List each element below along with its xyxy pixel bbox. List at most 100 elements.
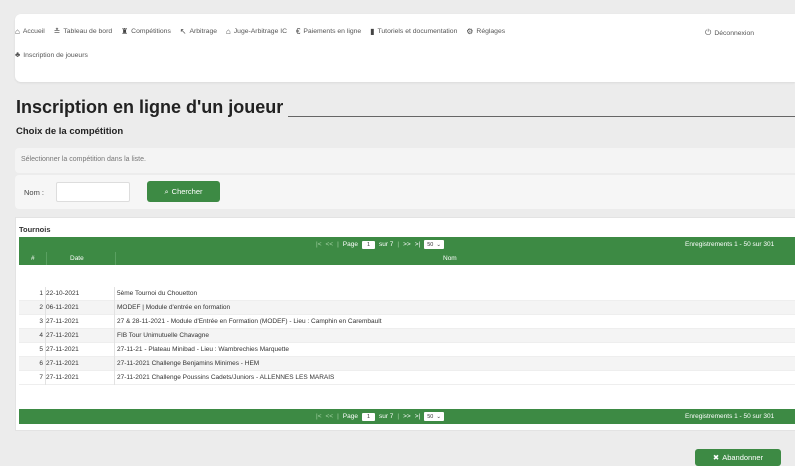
- pager-controls: |< << | Page 1 sur 7 | >> >| 50 ⌄: [316, 409, 444, 424]
- pager-separator: |: [337, 241, 339, 248]
- section-title: Choix de la compétition: [16, 126, 124, 137]
- table-row[interactable]: 3 27-11-2021 27 & 28-11-2021 - Module d'…: [19, 315, 795, 329]
- menu-item-label: Arbitrage: [189, 28, 218, 35]
- first-page-icon[interactable]: |<: [316, 241, 321, 248]
- table-header: # Date Nom: [19, 252, 795, 265]
- table-row[interactable]: 6 27-11-2021 27-11-2021 Challenge Benjam…: [19, 357, 795, 371]
- menu-item-competitions[interactable]: ♜ Compétitions: [121, 27, 171, 36]
- hint-text: Sélectionner la compétition dans la list…: [21, 156, 146, 163]
- row-name: 5ème Tournoi du Chouetton: [117, 290, 198, 297]
- row-name: FIB Tour Unimutuelle Chavagne: [117, 332, 210, 339]
- next-page-icon[interactable]: >>: [403, 241, 411, 248]
- column-divider: [46, 252, 47, 265]
- page-number-input[interactable]: 1: [361, 412, 375, 421]
- pager-bottom: |< << | Page 1 sur 7 | >> >| 50 ⌄ Enregis…: [19, 409, 795, 424]
- trophy-icon: ♜: [121, 27, 129, 36]
- tournaments-title: Tournois: [19, 225, 51, 234]
- search-icon: ⌕: [164, 186, 169, 196]
- row-number: 1: [39, 290, 43, 297]
- pager-separator: |: [337, 413, 339, 420]
- abandon-button[interactable]: ✖ Abandonner: [695, 449, 781, 466]
- first-page-icon[interactable]: |<: [316, 413, 321, 420]
- row-name: MODEF | Module d'entrée en formation: [117, 304, 231, 311]
- book-icon: ▮: [370, 27, 375, 36]
- whistle-icon: ↖: [179, 27, 187, 36]
- search-button[interactable]: ⌕ Chercher: [147, 181, 220, 202]
- page-number-input[interactable]: 1: [361, 240, 375, 249]
- euro-icon: €: [295, 27, 301, 36]
- cell-divider: [114, 343, 115, 357]
- page-size-select[interactable]: 50 ⌄: [424, 412, 444, 421]
- users-icon: ♣: [15, 50, 21, 59]
- column-header-number[interactable]: #: [31, 255, 35, 262]
- row-name: 27-11-2021 Challenge Benjamins Minimes -…: [117, 360, 260, 367]
- row-number: 2: [39, 304, 43, 311]
- logout-link[interactable]: ⏻ Déconnexion: [705, 28, 754, 38]
- menu-item-paiements[interactable]: € Paiements en ligne: [296, 27, 361, 36]
- row-name: 27-11-2021 Challenge Poussins Cadets/Jun…: [117, 374, 335, 381]
- page-total-label: sur 7: [378, 241, 394, 248]
- table-body: 1 22-10-2021 5ème Tournoi du Chouetton 2…: [19, 287, 795, 385]
- row-number: 7: [39, 374, 43, 381]
- menu-item-label: Juge-Arbitrage IC: [233, 28, 288, 35]
- menu-item-arbitrage[interactable]: ↖ Arbitrage: [180, 27, 217, 36]
- abandon-button-label: Abandonner: [722, 453, 764, 462]
- prev-page-icon[interactable]: <<: [325, 241, 333, 248]
- row-number: 3: [39, 318, 43, 325]
- menu-item-accueil[interactable]: ⌂ Accueil: [15, 27, 45, 36]
- page-total-label: sur 7: [378, 413, 394, 420]
- page-size-value: 50: [427, 241, 434, 248]
- menu-item-juge-arbitrage[interactable]: ⌂ Juge-Arbitrage IC: [226, 27, 287, 36]
- row-number: 6: [39, 360, 43, 367]
- menu-item-label: Tutoriels et documentation: [377, 28, 458, 35]
- main-menu: ⌂ Accueil ≛ Tableau de bord ♜ Compétitions …: [15, 27, 512, 36]
- table-row[interactable]: 7 27-11-2021 27-11-2021 Challenge Poussi…: [19, 371, 795, 385]
- records-count: Enregistrements 1 - 50 sur 301: [685, 413, 775, 420]
- pager-separator: |: [397, 241, 400, 248]
- table-row[interactable]: 5 27-11-2021 27-11-21 - Plateau Minibad …: [19, 343, 795, 357]
- cell-divider: [114, 315, 115, 329]
- home-icon: ⌂: [15, 27, 20, 36]
- cell-divider: [114, 329, 115, 343]
- menu-item-reglages[interactable]: ⚙ Réglages: [466, 27, 505, 36]
- pager-controls: |< << | Page 1 sur 7 | >> >| 50 ⌄: [316, 237, 444, 252]
- last-page-icon[interactable]: >|: [415, 413, 420, 420]
- building-icon: ⌂: [225, 27, 231, 36]
- column-header-name[interactable]: Nom: [443, 255, 457, 262]
- page-size-select[interactable]: 50 ⌄: [424, 240, 444, 249]
- row-number: 5: [39, 346, 43, 353]
- page-size-value: 50: [427, 413, 434, 420]
- last-page-icon[interactable]: >|: [415, 241, 420, 248]
- dashboard-icon: ≛: [53, 27, 61, 36]
- row-date: 27-11-2021: [46, 332, 79, 339]
- row-number: 4: [39, 332, 43, 339]
- name-search-input[interactable]: [56, 182, 130, 202]
- row-date: 27-11-2021: [46, 346, 79, 353]
- next-page-icon[interactable]: >>: [403, 413, 411, 420]
- column-header-date[interactable]: Date: [70, 255, 84, 262]
- menu-item-tableau-de-bord[interactable]: ≛ Tableau de bord: [54, 27, 112, 36]
- row-name: 27-11-21 - Plateau Minibad - Lieu : Wamb…: [117, 346, 289, 353]
- table-row[interactable]: 4 27-11-2021 FIB Tour Unimutuelle Chavag…: [19, 329, 795, 343]
- menu-item-label: Réglages: [476, 28, 506, 35]
- menu-item-tutoriels[interactable]: ▮ Tutoriels et documentation: [370, 27, 457, 36]
- menu-item-label: Compétitions: [131, 28, 171, 35]
- gear-icon: ⚙: [466, 27, 474, 36]
- prev-page-icon[interactable]: <<: [325, 413, 333, 420]
- table-row[interactable]: 1 22-10-2021 5ème Tournoi du Chouetton: [19, 287, 795, 301]
- search-panel: [15, 175, 795, 209]
- page-label: Page: [342, 413, 358, 420]
- chevron-down-icon: ⌄: [436, 241, 441, 248]
- power-icon: ⏻: [705, 28, 712, 37]
- table-row[interactable]: 2 06-11-2021 MODEF | Module d'entrée en …: [19, 301, 795, 315]
- pager-separator: |: [397, 413, 400, 420]
- cell-divider: [114, 371, 115, 385]
- row-name: 27 & 28-11-2021 - Module d'Entrée en For…: [117, 318, 382, 325]
- cell-divider: [114, 357, 115, 371]
- cell-divider: [114, 287, 115, 301]
- menu-item-inscription-joueurs[interactable]: ♣ Inscription de joueurs: [15, 50, 88, 59]
- row-date: 27-11-2021: [46, 374, 79, 381]
- cell-divider: [114, 301, 115, 315]
- page-title: Inscription en ligne d'un joueur: [16, 97, 284, 117]
- row-date: 27-11-2021: [46, 360, 79, 367]
